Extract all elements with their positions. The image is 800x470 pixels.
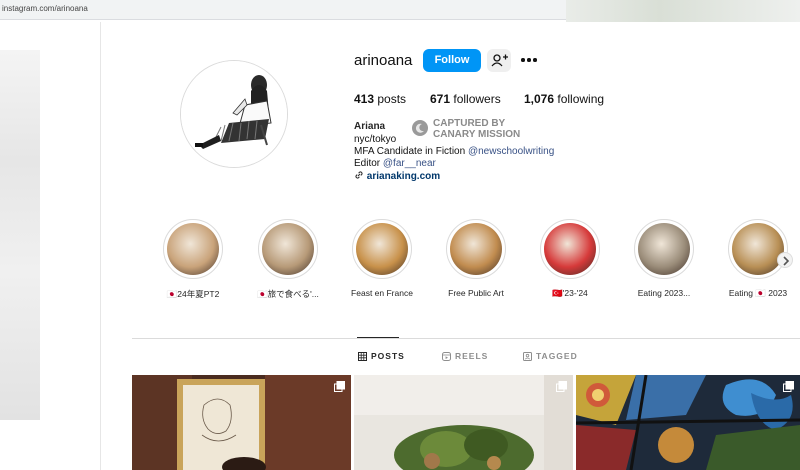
story-highlight-cover xyxy=(544,223,596,275)
story-highlight-label: Free Public Art xyxy=(448,288,504,298)
address-bar[interactable]: instagram.com/arinoana xyxy=(0,0,566,20)
story-highlight-label: 🇯🇵24年夏PT2 xyxy=(166,289,220,299)
post-thumbnail-1[interactable] xyxy=(132,375,351,470)
mention-far-near-link[interactable]: @far__near xyxy=(383,158,436,169)
post-thumbnail-3[interactable] xyxy=(576,375,800,470)
reels-icon xyxy=(442,351,451,361)
blurred-region xyxy=(566,0,800,22)
multi-post-icon xyxy=(783,381,794,392)
link-icon xyxy=(355,171,363,179)
bio-website-link[interactable]: arianaking.com xyxy=(354,170,440,182)
tab-tagged[interactable]: TAGGED xyxy=(523,351,578,361)
profile-username: arinoana xyxy=(354,52,413,69)
multi-post-icon xyxy=(556,381,567,392)
follow-button[interactable]: Follow xyxy=(423,49,481,72)
profile-avatar[interactable] xyxy=(180,60,288,168)
story-highlight-cover xyxy=(167,223,219,275)
blurred-sidebar xyxy=(0,50,40,420)
tab-reels-label: REELS xyxy=(455,351,489,361)
story-highlight-label: Eating 🇯🇵 2023 xyxy=(728,288,788,298)
story-highlight-label: Eating 2023... xyxy=(637,288,691,298)
story-highlight[interactable] xyxy=(352,219,412,279)
story-highlight-cover xyxy=(638,223,690,275)
grid-icon xyxy=(358,351,367,361)
tab-posts-label: POSTS xyxy=(371,351,405,361)
mention-newschoolwriting-link[interactable]: @newschoolwriting xyxy=(468,146,554,157)
bio-website-text: arianaking.com xyxy=(366,171,441,182)
watermark-moon-icon xyxy=(412,120,428,136)
more-options-icon[interactable] xyxy=(519,50,539,70)
bio-line-2: Editor @far__near xyxy=(354,158,436,169)
chevron-right-icon xyxy=(783,256,790,266)
post-1-image xyxy=(132,375,351,470)
post-thumbnail-2[interactable] xyxy=(354,375,573,470)
story-highlight-cover xyxy=(262,223,314,275)
followers-count[interactable]: 671 followers xyxy=(430,92,501,106)
posts-count-label: posts xyxy=(377,92,407,106)
story-highlight-label: 🇹🇷'23-'24 xyxy=(552,288,588,298)
following-count[interactable]: 1,076 following xyxy=(524,92,604,106)
bio-line-1-text: MFA Candidate in Fiction xyxy=(354,146,468,157)
posts-count-value: 413 xyxy=(354,92,375,106)
story-highlight[interactable] xyxy=(728,219,788,279)
watermark-text: CAPTURED BY CANARY MISSION xyxy=(433,118,520,140)
followers-count-label: followers xyxy=(453,92,501,106)
followers-count-value: 671 xyxy=(430,92,451,106)
tab-reels[interactable]: REELS xyxy=(442,351,488,361)
suggested-accounts-button[interactable] xyxy=(487,49,511,72)
bio-location: nyc/tokyo xyxy=(354,134,397,145)
story-highlight-label: Feast en France xyxy=(351,288,413,298)
avatar-illustration xyxy=(181,61,287,167)
story-highlight-label: 🇯🇵旅で食べる'... xyxy=(257,289,319,299)
bio-line-1: MFA Candidate in Fiction @newschoolwriti… xyxy=(354,146,554,157)
tabs-divider xyxy=(132,338,800,339)
tab-tagged-label: TAGGED xyxy=(536,351,578,361)
bio-name: Ariana xyxy=(354,121,386,132)
watermark-line-1: CAPTURED BY xyxy=(433,118,506,129)
bio-line-2-text: Editor xyxy=(354,158,383,169)
highlights-next-button[interactable] xyxy=(777,252,793,268)
story-highlight-cover xyxy=(356,223,408,275)
posts-count[interactable]: 413 posts xyxy=(354,92,406,106)
watermark-line-2: CANARY MISSION xyxy=(433,129,521,140)
story-highlight[interactable] xyxy=(258,219,318,279)
url-text: instagram.com/arinoana xyxy=(2,4,88,13)
sidebar-divider xyxy=(100,22,101,470)
story-highlight-cover xyxy=(450,223,502,275)
multi-post-icon xyxy=(334,381,345,392)
active-tab-indicator xyxy=(357,337,399,338)
story-highlight[interactable] xyxy=(163,219,223,279)
following-count-value: 1,076 xyxy=(524,92,555,106)
tab-posts[interactable]: POSTS xyxy=(358,351,405,361)
story-highlight[interactable] xyxy=(540,219,600,279)
add-person-icon xyxy=(491,54,508,67)
story-highlight[interactable] xyxy=(634,219,694,279)
tagged-icon xyxy=(523,351,532,361)
story-highlight-cover xyxy=(732,223,784,275)
post-3-image xyxy=(576,375,800,470)
following-count-label: following xyxy=(557,92,605,106)
story-highlight[interactable] xyxy=(446,219,506,279)
post-2-image xyxy=(354,375,573,470)
